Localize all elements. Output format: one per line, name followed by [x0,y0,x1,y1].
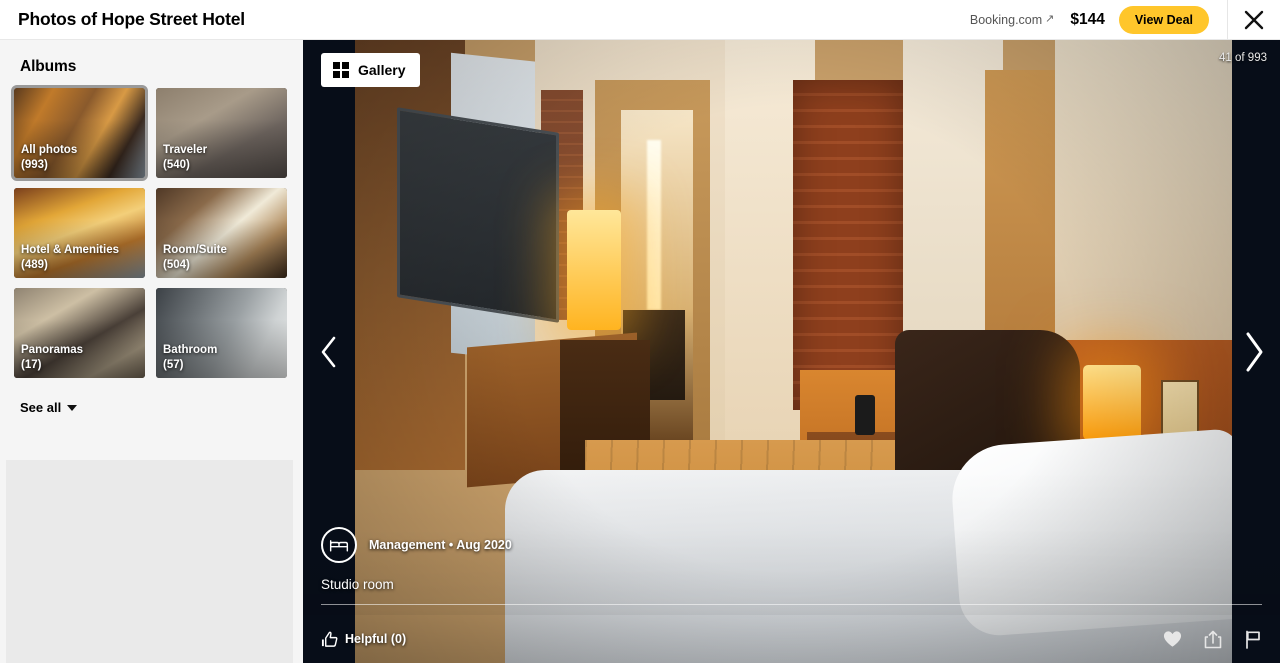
album-label-group: Traveler (540) [163,143,207,172]
albums-heading: Albums [20,58,77,75]
price-label: $144 [1070,10,1105,28]
album-count: (540) [163,158,190,171]
helpful-label: Helpful (0) [345,632,407,646]
album-count: (17) [21,358,42,371]
report-button[interactable] [1244,630,1262,649]
close-icon [1244,10,1264,29]
album-grid: All photos (993) Traveler (540) Hotel & … [0,85,303,378]
album-label-group: Panoramas (17) [21,343,83,372]
page-title: Photos of Hope Street Hotel [18,9,245,29]
avatar [321,527,357,563]
see-all-button[interactable]: See all [20,400,78,415]
album-count: (993) [21,158,48,171]
share-button[interactable] [1204,630,1222,649]
photo-viewer: Gallery 41 of 993 Management • Aug 2020 … [303,40,1280,663]
album-label-group: Bathroom (57) [163,343,217,372]
author-row: Management • Aug 2020 [321,527,1262,563]
album-name: Bathroom [163,344,218,357]
album-label-group: All photos (993) [21,143,77,172]
album-tile-bathroom[interactable]: Bathroom (57) [156,288,287,378]
author-meta: Management • Aug 2020 [369,538,512,552]
album-name: Hotel & Amenities [21,244,119,257]
thumbs-up-icon [321,631,338,647]
album-name: Room/Suite [163,244,227,257]
flag-icon [1246,630,1260,649]
modal-body: Albums All photos (993) Traveler (540) H… [0,40,1280,663]
photo-caption-block: Management • Aug 2020 Studio room [303,527,1280,615]
favorite-button[interactable] [1163,630,1182,648]
album-tile-all-photos[interactable]: All photos (993) [11,85,148,181]
album-name: All photos [21,144,78,157]
caption-divider [321,604,1262,605]
close-button[interactable] [1228,0,1280,40]
modal-header: Photos of Hope Street Hotel Booking.com … [0,0,1280,40]
photo-caption: Studio room [321,577,394,592]
album-name: Panoramas [21,344,84,357]
header-actions: Booking.com ↗ $144 View Deal [970,0,1280,40]
album-count: (57) [163,358,184,371]
album-label-group: Room/Suite (504) [163,243,227,272]
album-label-group: Hotel & Amenities (489) [21,243,119,272]
albums-sidebar: Albums All photos (993) Traveler (540) H… [0,40,303,663]
view-deal-button[interactable]: View Deal [1118,5,1209,34]
sidebar-placeholder [6,460,293,663]
chevron-left-icon [321,336,336,367]
gallery-label: Gallery [358,62,406,78]
helpful-button[interactable]: Helpful (0) [321,631,406,648]
provider-link[interactable]: Booking.com ↗ [970,13,1054,27]
chevron-right-icon [1246,332,1263,371]
album-name: Traveler [163,144,208,157]
album-count: (504) [163,258,190,271]
album-tile-room-suite[interactable]: Room/Suite (504) [156,188,287,278]
chevron-down-icon [67,404,78,411]
see-all-label: See all [20,400,62,415]
photo-gallery-modal: Photos of Hope Street Hotel Booking.com … [0,0,1280,663]
album-tile-traveler[interactable]: Traveler (540) [156,88,287,178]
share-icon [1204,630,1222,648]
heart-icon [1163,631,1182,647]
album-count: (489) [21,258,48,271]
album-tile-panoramas[interactable]: Panoramas (17) [14,288,145,378]
album-tile-hotel-amenities[interactable]: Hotel & Amenities (489) [14,188,145,278]
photo-footer: Helpful (0) [303,615,1280,663]
footer-icon-group [1163,630,1262,649]
provider-label: Booking.com [969,12,1043,27]
external-link-arrow-icon: ↗ [1045,13,1055,25]
bed-icon [329,540,349,552]
